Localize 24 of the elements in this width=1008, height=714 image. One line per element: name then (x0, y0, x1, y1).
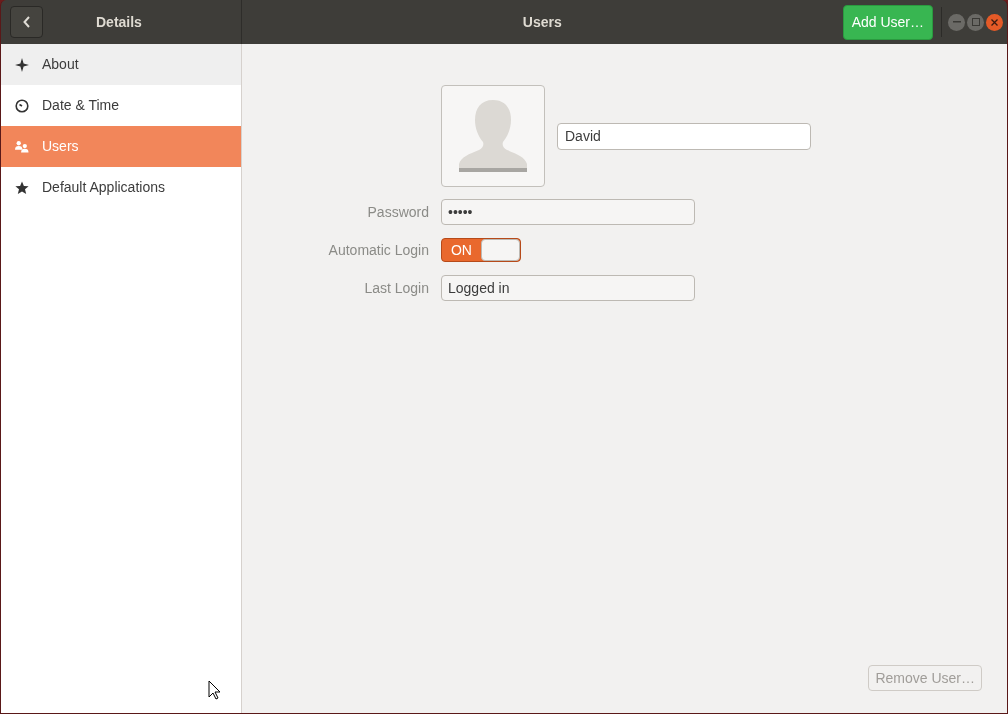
back-button[interactable] (10, 6, 43, 38)
maximize-button[interactable] (967, 13, 984, 31)
close-button[interactable] (986, 13, 1003, 31)
users-icon (15, 140, 29, 153)
window-title: Users (522, 12, 562, 32)
mouse-pointer-icon (208, 680, 221, 700)
avatar-button[interactable] (441, 85, 545, 187)
name-field[interactable]: David (557, 122, 811, 150)
clock-icon (15, 98, 29, 113)
text-field[interactable]: Logged in (441, 275, 695, 301)
chevron-left-icon (22, 16, 31, 28)
sparkle-icon (15, 57, 29, 72)
person-silhouette-icon (457, 98, 529, 174)
minimize-icon (952, 21, 961, 23)
sidebar-item[interactable]: About (1, 44, 241, 85)
text-field[interactable]: ••••• (441, 199, 695, 225)
field-label: Automatic Login (327, 240, 429, 260)
sidebar-title: Details (96, 12, 142, 32)
field-label: Password (366, 202, 429, 222)
close-icon (991, 18, 998, 26)
minimize-button[interactable] (948, 13, 965, 31)
star-icon (15, 180, 29, 195)
maximize-icon (971, 18, 980, 26)
field-label: Last Login (363, 278, 429, 298)
